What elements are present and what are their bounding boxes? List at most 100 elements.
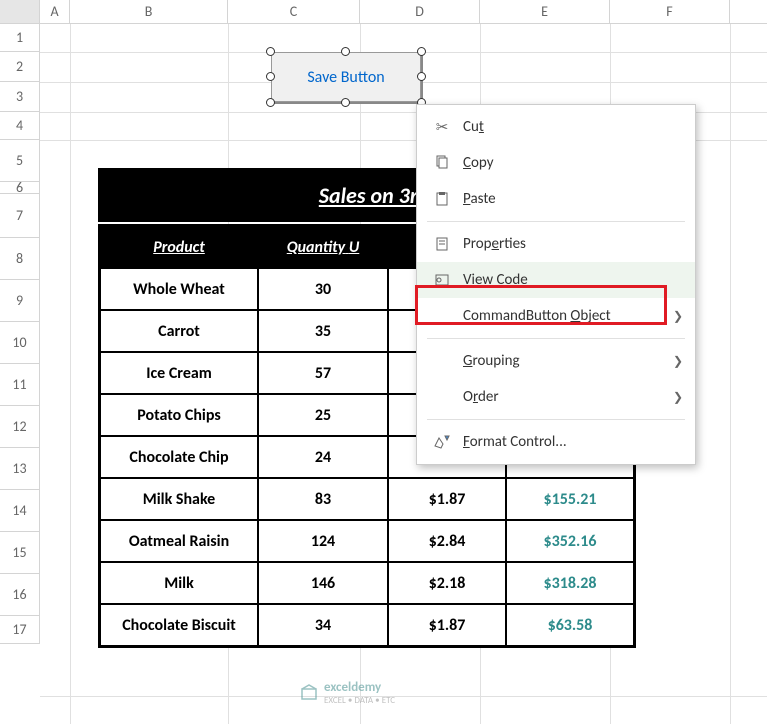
ctx-grouping[interactable]: Grouping ❯ bbox=[417, 343, 695, 379]
copy-icon bbox=[429, 155, 455, 171]
row-header-4[interactable]: 4 bbox=[0, 112, 40, 140]
ctx-paste-label: Paste bbox=[463, 190, 496, 208]
cell-qty[interactable]: 24 bbox=[258, 436, 388, 478]
cell-product[interactable]: Chocolate Biscuit bbox=[100, 604, 258, 646]
ctx-commandbutton-object[interactable]: CommandButton Object ❯ bbox=[417, 298, 695, 334]
ctx-cmdbtn-label: CommandButton Object bbox=[463, 307, 611, 325]
separator bbox=[427, 419, 685, 420]
ctx-cut-label: Cut bbox=[463, 118, 484, 136]
cell-qty[interactable]: 35 bbox=[258, 310, 388, 352]
cell-total[interactable]: $352.16 bbox=[506, 520, 634, 562]
context-menu: ✂ Cut Copy Paste Properties View bbox=[416, 104, 696, 465]
row-header-12[interactable]: 12 bbox=[0, 406, 40, 448]
col-header-f[interactable]: F bbox=[610, 0, 730, 23]
col-header-b[interactable]: B bbox=[70, 0, 228, 23]
cell-total[interactable]: $155.21 bbox=[506, 478, 634, 520]
cell-total[interactable]: $63.58 bbox=[506, 604, 634, 646]
column-headers: A B C D E F bbox=[0, 0, 767, 24]
row-header-1[interactable]: 1 bbox=[0, 24, 40, 52]
resize-handle[interactable] bbox=[341, 47, 350, 56]
cell-price[interactable]: $1.87 bbox=[388, 604, 506, 646]
row-header-11[interactable]: 11 bbox=[0, 364, 40, 406]
cell-qty[interactable]: 57 bbox=[258, 352, 388, 394]
table-row: Milk Shake 83 $1.87 $155.21 bbox=[100, 478, 634, 520]
resize-handle[interactable] bbox=[417, 72, 426, 81]
row-header-17[interactable]: 17 bbox=[0, 616, 40, 644]
table-row: Milk 146 $2.18 $318.28 bbox=[100, 562, 634, 604]
watermark-tagline: EXCEL • DATA • ETC bbox=[324, 695, 395, 706]
cell-product[interactable]: Ice Cream bbox=[100, 352, 258, 394]
ctx-properties[interactable]: Properties bbox=[417, 226, 695, 262]
cell-qty[interactable]: 124 bbox=[258, 520, 388, 562]
ctx-format-label: Format Control... bbox=[463, 433, 567, 451]
row-headers: 1 2 3 4 5 6 7 8 9 10 11 12 13 14 15 16 1… bbox=[0, 24, 40, 644]
ctx-view-code[interactable]: View Code bbox=[417, 262, 695, 298]
cell-price[interactable]: $1.87 bbox=[388, 478, 506, 520]
ctx-cut[interactable]: ✂ Cut bbox=[417, 109, 695, 145]
row-header-15[interactable]: 15 bbox=[0, 532, 40, 574]
ctx-paste[interactable]: Paste bbox=[417, 181, 695, 217]
row-header-16[interactable]: 16 bbox=[0, 574, 40, 616]
paste-icon bbox=[429, 191, 455, 207]
resize-handle[interactable] bbox=[266, 72, 275, 81]
cell-price[interactable]: $2.18 bbox=[388, 562, 506, 604]
format-control-icon bbox=[429, 434, 455, 450]
col-header-c[interactable]: C bbox=[228, 0, 360, 23]
row-header-10[interactable]: 10 bbox=[0, 322, 40, 364]
resize-handle[interactable] bbox=[417, 47, 426, 56]
row-header-2[interactable]: 2 bbox=[0, 52, 40, 82]
cell-product[interactable]: Milk bbox=[100, 562, 258, 604]
col-header-e[interactable]: E bbox=[480, 0, 610, 23]
cell-product[interactable]: Chocolate Chip bbox=[100, 436, 258, 478]
ctx-copy[interactable]: Copy bbox=[417, 145, 695, 181]
spreadsheet-grid: A B C D E F 1 2 3 4 5 6 7 8 9 10 11 12 1… bbox=[0, 0, 767, 724]
header-product[interactable]: Product bbox=[100, 226, 258, 268]
cell-qty[interactable]: 30 bbox=[258, 268, 388, 310]
cell-price[interactable]: $2.84 bbox=[388, 520, 506, 562]
cut-icon: ✂ bbox=[429, 118, 455, 137]
cell-qty[interactable]: 25 bbox=[258, 394, 388, 436]
col-header-a[interactable]: A bbox=[40, 0, 70, 23]
row-header-3[interactable]: 3 bbox=[0, 82, 40, 112]
properties-icon bbox=[429, 236, 455, 252]
ctx-order-label: Order bbox=[463, 388, 499, 406]
cell-product[interactable]: Whole Wheat bbox=[100, 268, 258, 310]
row-header-13[interactable]: 13 bbox=[0, 448, 40, 490]
row-header-9[interactable]: 9 bbox=[0, 280, 40, 322]
chevron-right-icon: ❯ bbox=[673, 390, 683, 405]
ctx-grouping-label: Grouping bbox=[463, 352, 520, 370]
cell-qty[interactable]: 83 bbox=[258, 478, 388, 520]
watermark-brand: exceldemy bbox=[324, 680, 395, 695]
row-header-5[interactable]: 5 bbox=[0, 140, 40, 182]
ctx-view-code-label: View Code bbox=[463, 271, 528, 289]
activex-button-selected[interactable]: Save Button bbox=[271, 52, 421, 102]
resize-handle[interactable] bbox=[266, 98, 275, 107]
separator bbox=[427, 338, 685, 339]
watermark-logo-icon bbox=[300, 684, 318, 702]
row-header-14[interactable]: 14 bbox=[0, 490, 40, 532]
cell-qty[interactable]: 34 bbox=[258, 604, 388, 646]
table-row: Oatmeal Raisin 124 $2.84 $352.16 bbox=[100, 520, 634, 562]
header-quantity[interactable]: Quantity U bbox=[258, 226, 388, 268]
ctx-order[interactable]: Order ❯ bbox=[417, 379, 695, 415]
row-header-8[interactable]: 8 bbox=[0, 238, 40, 280]
cell-product[interactable]: Oatmeal Raisin bbox=[100, 520, 258, 562]
separator bbox=[427, 221, 685, 222]
cell-total[interactable]: $318.28 bbox=[506, 562, 634, 604]
select-all-corner[interactable] bbox=[0, 0, 40, 23]
resize-handle[interactable] bbox=[341, 98, 350, 107]
row-header-6[interactable]: 6 bbox=[0, 182, 40, 194]
col-header-d[interactable]: D bbox=[360, 0, 480, 23]
cell-product[interactable]: Milk Shake bbox=[100, 478, 258, 520]
chevron-right-icon: ❯ bbox=[673, 309, 683, 324]
ctx-properties-label: Properties bbox=[463, 235, 526, 253]
ctx-format-control[interactable]: Format Control... bbox=[417, 424, 695, 460]
cell-qty[interactable]: 146 bbox=[258, 562, 388, 604]
save-button[interactable]: Save Button bbox=[271, 52, 421, 102]
resize-handle[interactable] bbox=[266, 47, 275, 56]
cell-product[interactable]: Carrot bbox=[100, 310, 258, 352]
watermark: exceldemy EXCEL • DATA • ETC bbox=[300, 680, 395, 706]
cell-product[interactable]: Potato Chips bbox=[100, 394, 258, 436]
row-header-7[interactable]: 7 bbox=[0, 194, 40, 238]
ctx-copy-label: Copy bbox=[463, 154, 494, 172]
